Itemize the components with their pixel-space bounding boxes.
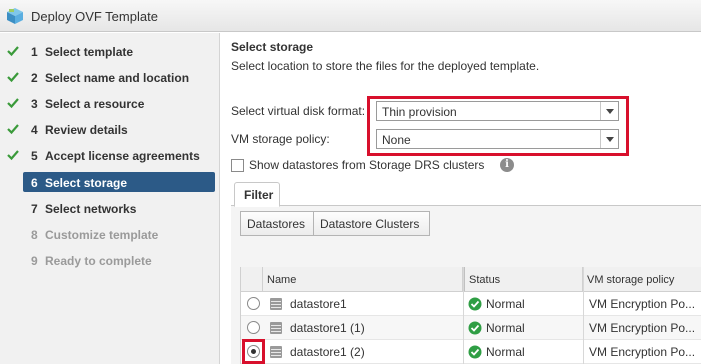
- step-select-storage[interactable]: 6 Select storage: [0, 172, 220, 194]
- show-drs-checkbox[interactable]: [231, 159, 244, 172]
- page-title: Select storage: [231, 40, 314, 54]
- step-number: 8: [31, 228, 38, 242]
- column-header-status-label: Status: [469, 274, 501, 286]
- cell-status: Normal: [486, 345, 525, 359]
- column-header-name[interactable]: Name: [263, 267, 463, 292]
- step-label: Accept license agreements: [45, 149, 200, 163]
- step-ready-to-complete: 9 Ready to complete: [0, 250, 220, 272]
- step-select-networks[interactable]: 7 Select networks: [0, 198, 220, 220]
- step-select-template[interactable]: 1 Select template: [0, 41, 220, 63]
- cell-policy: VM Encryption Po...: [589, 345, 696, 359]
- step-number: 4: [31, 123, 38, 137]
- highlight-box: [367, 96, 629, 156]
- step-label: Select template: [45, 45, 134, 59]
- check-icon: [7, 124, 19, 135]
- step-label: Select networks: [45, 202, 137, 216]
- show-drs-label: Show datastores from Storage DRS cluster…: [249, 158, 485, 172]
- cell-name: datastore1: [290, 297, 347, 311]
- step-select-a-resource[interactable]: 3 Select a resource: [0, 93, 220, 115]
- step-number: 6: [31, 176, 38, 190]
- check-icon: [7, 150, 19, 161]
- column-divider: [463, 267, 464, 364]
- step-number: 7: [31, 202, 38, 216]
- cell-policy: VM Encryption Po...: [589, 297, 696, 311]
- status-ok-icon: [468, 321, 482, 335]
- step-number: 2: [31, 71, 38, 85]
- disk-format-label: Select virtual disk format:: [231, 104, 366, 118]
- cell-status: Normal: [486, 321, 525, 335]
- datastore-clusters-button-label: Datastore Clusters: [320, 217, 420, 231]
- step-label: Customize template: [45, 228, 159, 242]
- datastores-button-label: Datastores: [247, 217, 306, 231]
- column-header-select: [241, 267, 263, 292]
- vm-package-icon: [7, 8, 23, 24]
- column-header-status[interactable]: Status: [463, 267, 583, 292]
- page-subtitle: Select location to store the files for t…: [231, 59, 540, 73]
- main-panel: Select storage Select location to store …: [221, 33, 701, 364]
- check-icon: [7, 46, 19, 57]
- cell-name: datastore1 (2): [290, 345, 365, 359]
- tab-filter-label: Filter: [244, 188, 274, 202]
- table-row[interactable]: datastore1 Normal VM Encryption Po...: [241, 292, 701, 316]
- row-radio[interactable]: [247, 321, 260, 334]
- row-radio[interactable]: [247, 297, 260, 310]
- column-header-name-label: Name: [267, 274, 297, 286]
- datastores-button[interactable]: Datastores: [240, 211, 314, 236]
- column-divider: [583, 267, 584, 364]
- step-number: 5: [31, 149, 38, 163]
- step-number: 9: [31, 254, 38, 268]
- wizard-steps-sidebar: 1 Select template 2 Select name and loca…: [0, 33, 220, 364]
- datastore-icon: [270, 346, 282, 358]
- datastore-clusters-button[interactable]: Datastore Clusters: [313, 211, 430, 236]
- cell-policy: VM Encryption Po...: [589, 321, 696, 335]
- step-accept-license[interactable]: 5 Accept license agreements: [0, 145, 220, 167]
- tab-filter[interactable]: Filter: [234, 182, 280, 207]
- step-label: Review details: [45, 123, 128, 137]
- cell-name: datastore1 (1): [290, 321, 365, 335]
- status-ok-icon: [468, 345, 482, 359]
- step-select-name-and-location[interactable]: 2 Select name and location: [0, 67, 220, 89]
- column-header-policy-label: VM storage policy: [587, 274, 675, 286]
- step-customize-template: 8 Customize template: [0, 224, 220, 246]
- step-label: Ready to complete: [45, 254, 152, 268]
- cell-status: Normal: [486, 297, 525, 311]
- step-number: 3: [31, 97, 38, 111]
- datastore-icon: [270, 322, 282, 334]
- step-label: Select storage: [45, 176, 128, 190]
- step-label: Select a resource: [45, 97, 145, 111]
- table-row[interactable]: datastore1 (1) Normal VM Encryption Po..…: [241, 316, 701, 340]
- storage-policy-label: VM storage policy:: [231, 132, 330, 146]
- highlight-box: [242, 339, 265, 364]
- datastore-table: Name Status VM storage policy datastore1…: [240, 267, 701, 364]
- step-review-details[interactable]: 4 Review details: [0, 119, 220, 141]
- status-ok-icon: [468, 297, 482, 311]
- datastore-icon: [270, 298, 282, 310]
- column-header-policy[interactable]: VM storage policy: [583, 267, 701, 292]
- step-label: Select name and location: [45, 71, 190, 85]
- table-row[interactable]: datastore1 (2) Normal VM Encryption Po..…: [241, 340, 701, 364]
- info-icon[interactable]: i: [500, 158, 514, 172]
- check-icon: [7, 98, 19, 109]
- check-icon: [7, 72, 19, 83]
- tab-bar: Filter: [231, 181, 701, 207]
- step-number: 1: [31, 45, 38, 59]
- window-title: Deploy OVF Template: [31, 9, 158, 24]
- window-titlebar: Deploy OVF Template: [0, 0, 701, 32]
